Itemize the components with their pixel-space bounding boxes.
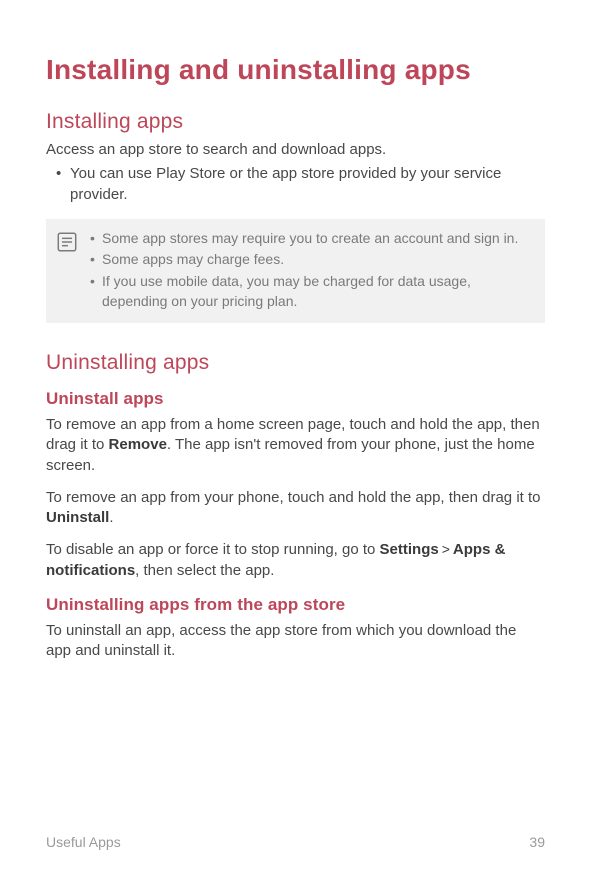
list-item: You can use Play Store or the app store … bbox=[70, 164, 545, 205]
list-item: If you use mobile data, you may be charg… bbox=[90, 272, 533, 311]
footer-section-label: Useful Apps bbox=[46, 834, 121, 850]
bold-remove: Remove bbox=[109, 436, 167, 453]
bullet-list: You can use Play Store or the app store … bbox=[46, 164, 545, 205]
text-run: To remove an app from your phone, touch … bbox=[46, 489, 541, 506]
bold-uninstall: Uninstall bbox=[46, 509, 109, 526]
note-icon bbox=[56, 231, 78, 253]
page-title: Installing and uninstalling apps bbox=[46, 54, 545, 86]
subheading-uninstall-apps: Uninstall apps bbox=[46, 389, 545, 409]
text-run: To disable an app or force it to stop ru… bbox=[46, 541, 380, 558]
body-text: To remove an app from your phone, touch … bbox=[46, 488, 545, 529]
text-run: . bbox=[109, 509, 113, 526]
list-item: Some apps may charge fees. bbox=[90, 250, 533, 270]
subheading-uninstall-from-store: Uninstalling apps from the app store bbox=[46, 595, 545, 615]
note-list: Some app stores may require you to creat… bbox=[90, 229, 533, 313]
page-footer: Useful Apps 39 bbox=[46, 834, 545, 850]
list-item: Some app stores may require you to creat… bbox=[90, 229, 533, 249]
page-number: 39 bbox=[529, 834, 545, 850]
note-box: Some app stores may require you to creat… bbox=[46, 219, 545, 323]
section-heading-installing: Installing apps bbox=[46, 110, 545, 134]
body-text: To disable an app or force it to stop ru… bbox=[46, 540, 545, 581]
text-run: , then select the app. bbox=[135, 562, 274, 579]
intro-text: Access an app store to search and downlo… bbox=[46, 140, 545, 160]
section-heading-uninstalling: Uninstalling apps bbox=[46, 351, 545, 375]
body-text: To remove an app from a home screen page… bbox=[46, 415, 545, 476]
chevron-icon: > bbox=[439, 541, 453, 557]
bold-settings: Settings bbox=[380, 541, 439, 558]
body-text: To uninstall an app, access the app stor… bbox=[46, 621, 545, 662]
